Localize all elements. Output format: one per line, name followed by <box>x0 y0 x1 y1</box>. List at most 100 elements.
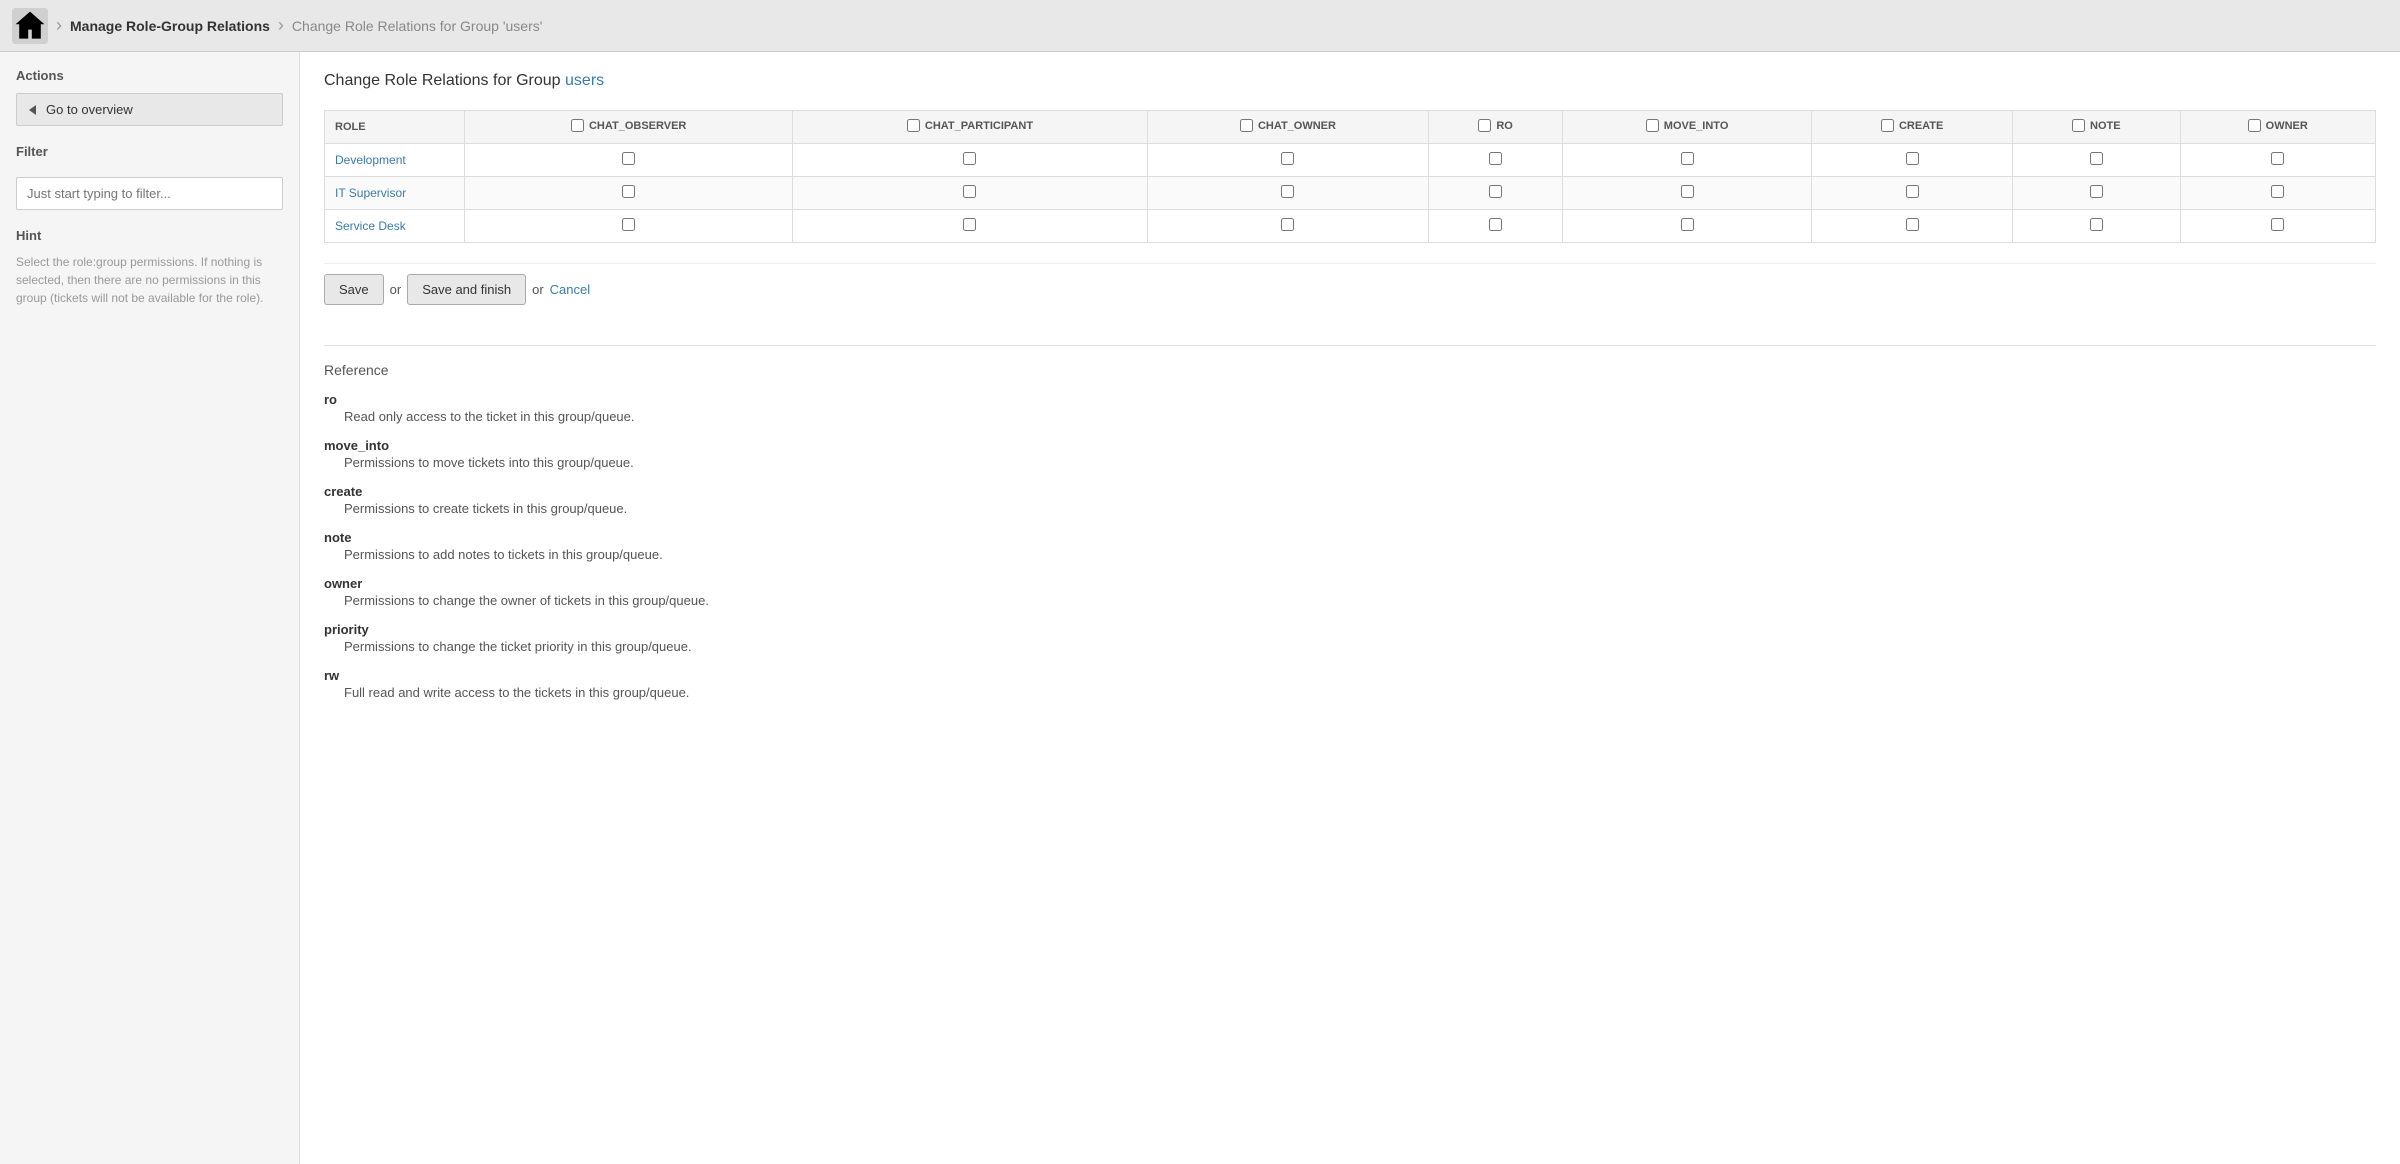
page-title: Change Role Relations for Group users <box>324 72 2376 90</box>
checkbox-1-0[interactable] <box>622 185 635 198</box>
role-cell[interactable]: Service Desk <box>325 210 465 243</box>
go-to-overview-label: Go to overview <box>46 102 133 117</box>
reference-key: owner <box>324 576 2376 591</box>
select-all-owner[interactable] <box>2248 119 2261 132</box>
col-header-role: ROLE <box>325 111 465 144</box>
reference-item: move_intoPermissions to move tickets int… <box>324 438 2376 470</box>
checkbox-cell-1-7 <box>2180 177 2375 210</box>
checkbox-cell-0-7 <box>2180 144 2375 177</box>
checkbox-2-7[interactable] <box>2271 218 2284 231</box>
checkbox-2-3[interactable] <box>1489 218 1502 231</box>
breadcrumb-item-1[interactable]: Manage Role-Group Relations <box>70 18 270 34</box>
checkbox-cell-1-1 <box>793 177 1147 210</box>
checkbox-1-6[interactable] <box>2090 185 2103 198</box>
checkbox-cell-2-5 <box>1812 210 2013 243</box>
permissions-table: ROLE CHAT_OBSERVER CHAT_PARTICIPANT <box>324 110 2376 243</box>
go-to-overview-button[interactable]: Go to overview <box>16 93 283 126</box>
select-all-move-into[interactable] <box>1646 119 1659 132</box>
breadcrumb-item-2: Change Role Relations for Group 'users' <box>292 18 542 34</box>
reference-description: Permissions to change the ticket priorit… <box>324 639 2376 654</box>
col-header-chat-observer: CHAT_OBSERVER <box>465 111 793 144</box>
checkbox-cell-1-6 <box>2013 177 2180 210</box>
col-header-chat-owner: CHAT_OWNER <box>1147 111 1429 144</box>
save-and-finish-button[interactable]: Save and finish <box>407 274 526 305</box>
select-all-chat-owner[interactable] <box>1240 119 1253 132</box>
reference-key: priority <box>324 622 2376 637</box>
checkbox-2-0[interactable] <box>622 218 635 231</box>
select-all-create[interactable] <box>1881 119 1894 132</box>
reference-item: rwFull read and write access to the tick… <box>324 668 2376 700</box>
checkbox-0-7[interactable] <box>2271 152 2284 165</box>
checkbox-0-6[interactable] <box>2090 152 2103 165</box>
home-button[interactable] <box>12 8 48 44</box>
main-layout: Actions Go to overview Filter Hint Selec… <box>0 52 2400 1164</box>
checkbox-2-1[interactable] <box>963 218 976 231</box>
col-header-ro: RO <box>1429 111 1563 144</box>
checkbox-0-4[interactable] <box>1681 152 1694 165</box>
actions-title: Actions <box>16 68 283 83</box>
checkbox-cell-2-6 <box>2013 210 2180 243</box>
checkbox-1-3[interactable] <box>1489 185 1502 198</box>
role-cell[interactable]: Development <box>325 144 465 177</box>
col-header-owner: OWNER <box>2180 111 2375 144</box>
checkbox-cell-1-0 <box>465 177 793 210</box>
checkbox-2-4[interactable] <box>1681 218 1694 231</box>
checkbox-2-2[interactable] <box>1281 218 1294 231</box>
breadcrumb-separator-2: › <box>278 15 284 36</box>
sidebar: Actions Go to overview Filter Hint Selec… <box>0 52 300 1164</box>
checkbox-cell-0-5 <box>1812 144 2013 177</box>
checkbox-cell-0-2 <box>1147 144 1429 177</box>
checkbox-0-5[interactable] <box>1906 152 1919 165</box>
checkbox-cell-2-4 <box>1562 210 1811 243</box>
page-title-prefix: Change Role Relations for Group <box>324 72 561 89</box>
home-icon <box>12 8 48 44</box>
checkbox-0-3[interactable] <box>1489 152 1502 165</box>
checkbox-2-6[interactable] <box>2090 218 2103 231</box>
select-all-ro[interactable] <box>1478 119 1491 132</box>
checkbox-cell-1-5 <box>1812 177 2013 210</box>
role-cell[interactable]: IT Supervisor <box>325 177 465 210</box>
checkbox-cell-0-3 <box>1429 144 1563 177</box>
col-header-note: NOTE <box>2013 111 2180 144</box>
breadcrumb-separator: › <box>56 15 62 36</box>
reference-description: Permissions to add notes to tickets in t… <box>324 547 2376 562</box>
select-all-chat-participant[interactable] <box>907 119 920 132</box>
checkbox-cell-0-0 <box>465 144 793 177</box>
filter-input[interactable] <box>16 177 283 210</box>
checkbox-2-5[interactable] <box>1906 218 1919 231</box>
checkbox-cell-0-1 <box>793 144 1147 177</box>
checkbox-cell-2-1 <box>793 210 1147 243</box>
table-row: Service Desk <box>325 210 2376 243</box>
checkbox-cell-2-7 <box>2180 210 2375 243</box>
checkbox-1-5[interactable] <box>1906 185 1919 198</box>
cancel-button[interactable]: Cancel <box>550 282 590 297</box>
checkbox-0-0[interactable] <box>622 152 635 165</box>
save-button[interactable]: Save <box>324 274 384 305</box>
hint-title: Hint <box>16 228 283 243</box>
hint-text: Select the role:group permissions. If no… <box>16 253 283 307</box>
reference-key: create <box>324 484 2376 499</box>
reference-item: roRead only access to the ticket in this… <box>324 392 2376 424</box>
reference-key: ro <box>324 392 2376 407</box>
reference-key: note <box>324 530 2376 545</box>
checkbox-1-1[interactable] <box>963 185 976 198</box>
checkbox-0-2[interactable] <box>1281 152 1294 165</box>
col-header-chat-participant: CHAT_PARTICIPANT <box>793 111 1147 144</box>
action-buttons: Save or Save and finish or Cancel <box>324 263 2376 315</box>
checkbox-1-7[interactable] <box>2271 185 2284 198</box>
select-all-chat-observer[interactable] <box>571 119 584 132</box>
reference-description: Permissions to move tickets into this gr… <box>324 455 2376 470</box>
checkbox-0-1[interactable] <box>963 152 976 165</box>
reference-key: rw <box>324 668 2376 683</box>
filter-title: Filter <box>16 144 283 159</box>
checkbox-1-4[interactable] <box>1681 185 1694 198</box>
col-header-move-into: MOVE_INTO <box>1562 111 1811 144</box>
checkbox-1-2[interactable] <box>1281 185 1294 198</box>
hint-section: Hint Select the role:group permissions. … <box>16 228 283 307</box>
checkbox-cell-0-4 <box>1562 144 1811 177</box>
select-all-note[interactable] <box>2072 119 2085 132</box>
reference-title: Reference <box>324 362 2376 378</box>
reference-items: roRead only access to the ticket in this… <box>324 392 2376 700</box>
reference-description: Permissions to create tickets in this gr… <box>324 501 2376 516</box>
table-row: Development <box>325 144 2376 177</box>
